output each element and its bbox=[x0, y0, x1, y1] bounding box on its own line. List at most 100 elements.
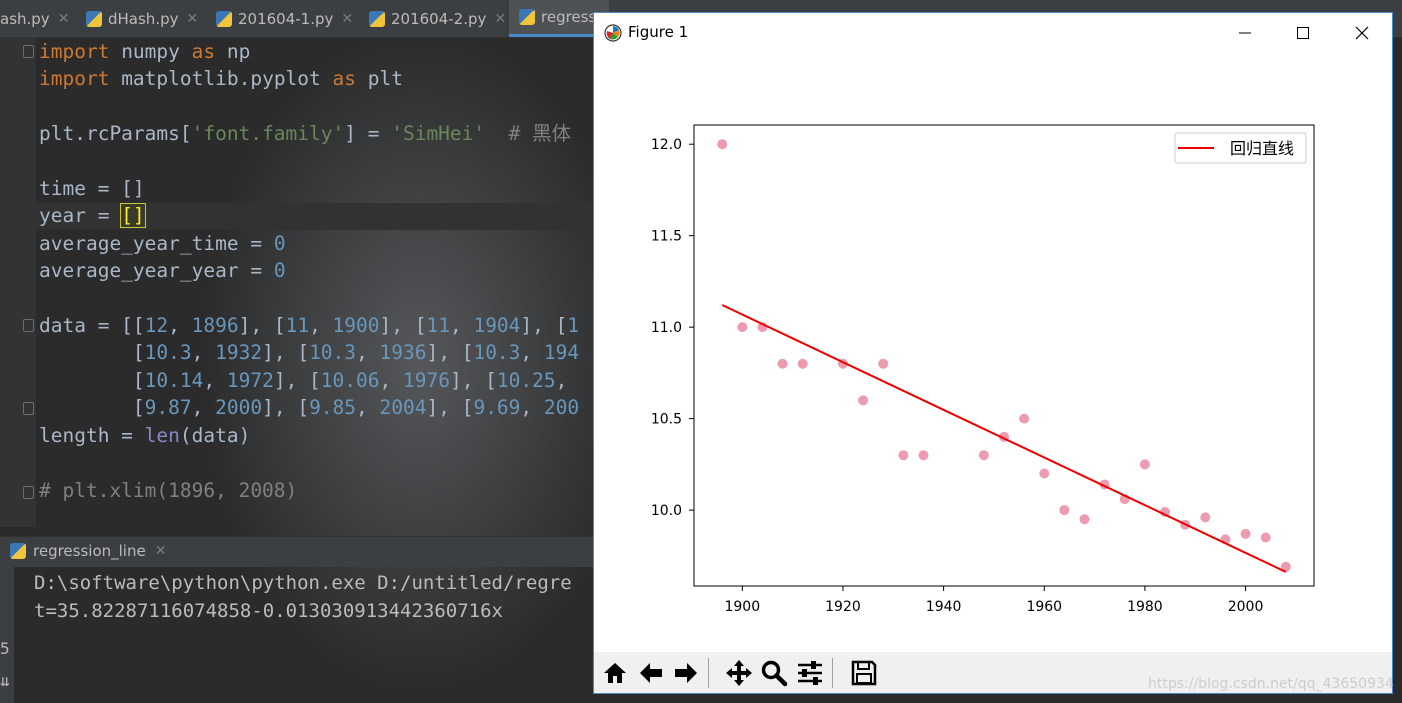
scatter-point bbox=[978, 450, 989, 461]
forward-button[interactable] bbox=[670, 657, 702, 689]
scatter-point bbox=[918, 450, 929, 461]
scatter-point bbox=[777, 358, 788, 369]
move-icon bbox=[726, 660, 752, 686]
x-tick-label: 1920 bbox=[825, 599, 861, 615]
plot-canvas[interactable]: 1900 1920 1940 1960 1980 2000 12.0 11.5 11.0 10.… bbox=[594, 53, 1392, 652]
fold-marker-icon[interactable] bbox=[23, 402, 34, 415]
editor-tab-hash[interactable]: ash.py ✕ bbox=[0, 0, 69, 37]
console-line: t=35.82287116074858-0.013030913442360716… bbox=[34, 599, 503, 622]
legend: 回归直线 bbox=[1174, 132, 1307, 164]
pan-button[interactable] bbox=[723, 657, 755, 689]
scatter-point bbox=[878, 358, 889, 369]
close-icon[interactable]: ✕ bbox=[341, 11, 353, 27]
code-line: data = [[12, 1896], [11, 1900], [11, 190… bbox=[39, 314, 580, 338]
x-tick-label: 1980 bbox=[1127, 599, 1163, 615]
code-line: [10.14, 1972], [10.06, 1976], [10.25, bbox=[39, 368, 568, 392]
code-line: average_year_year = 0 bbox=[39, 259, 286, 283]
maximize-icon bbox=[1297, 27, 1309, 39]
arrow-left-icon bbox=[640, 663, 662, 683]
back-button[interactable] bbox=[635, 657, 667, 689]
code-line: year = [] bbox=[39, 203, 146, 229]
save-figure-button[interactable] bbox=[848, 657, 880, 689]
fold-marker-icon[interactable] bbox=[23, 45, 34, 58]
toolbar-separator bbox=[708, 658, 709, 688]
scatter-point bbox=[737, 322, 748, 333]
scatter-point bbox=[858, 395, 869, 406]
y-tick-label: 10.5 bbox=[651, 412, 682, 428]
code-line: [10.3, 1932], [10.3, 1936], [10.3, 194 bbox=[39, 341, 580, 365]
code-editor[interactable]: import numpy as np import matplotlib.pyp… bbox=[39, 38, 579, 504]
run-tool-window-bar: regression_line ✕ bbox=[0, 536, 600, 567]
close-icon[interactable]: ✕ bbox=[186, 11, 198, 27]
scatter-point bbox=[898, 450, 909, 461]
configure-subplots-button[interactable] bbox=[794, 657, 826, 689]
close-icon bbox=[1355, 26, 1369, 40]
y-tick-label: 11.0 bbox=[651, 320, 682, 336]
home-icon bbox=[604, 663, 626, 683]
x-tick-label: 1960 bbox=[1026, 599, 1062, 615]
tab-label: regress bbox=[541, 8, 597, 26]
x-tick-label: 1900 bbox=[724, 599, 760, 615]
editor-tab-201604-1[interactable]: 201604-1.py ✕ bbox=[216, 0, 353, 37]
scatter-point bbox=[797, 358, 808, 369]
scroll-to-end-icon[interactable]: ⇊ bbox=[0, 671, 10, 690]
close-icon[interactable]: ✕ bbox=[494, 11, 506, 27]
magnifier-icon bbox=[761, 660, 788, 687]
code-line: [9.87, 2000], [9.85, 2004], [9.69, 200 bbox=[39, 396, 580, 420]
code-line: import numpy as np bbox=[39, 40, 251, 63]
editor-tab-201604-2[interactable]: 201604-2.py ✕ bbox=[369, 0, 506, 37]
arrow-right-icon bbox=[675, 663, 697, 683]
floppy-disk-icon bbox=[851, 660, 877, 686]
run-gutter: 5 ⇊ bbox=[0, 567, 14, 703]
scatter-point bbox=[1039, 468, 1050, 479]
tab-label: 201604-2.py bbox=[391, 9, 487, 28]
close-icon[interactable]: ✕ bbox=[155, 543, 167, 559]
run-gutter-mark: 5 bbox=[0, 639, 10, 658]
scatter-point bbox=[1240, 528, 1251, 539]
python-file-icon bbox=[519, 9, 535, 25]
zoom-button[interactable] bbox=[758, 657, 790, 689]
code-line: # plt.xlim(1896, 2008) bbox=[39, 478, 298, 502]
scatter-point bbox=[1200, 512, 1211, 523]
code-line: plt.rcParams['font.family'] = 'SimHei' #… bbox=[39, 122, 572, 146]
code-line: import matplotlib.pyplot as plt bbox=[39, 67, 403, 91]
tab-label: ash.py bbox=[0, 9, 50, 28]
close-button[interactable] bbox=[1333, 13, 1391, 53]
legend-label: 回归直线 bbox=[1230, 139, 1294, 158]
scatter-point bbox=[717, 139, 728, 150]
code-line: time = [] bbox=[39, 177, 145, 201]
editor-gutter bbox=[0, 37, 36, 527]
close-icon[interactable]: ✕ bbox=[58, 11, 70, 27]
fold-marker-icon[interactable] bbox=[23, 319, 34, 332]
python-file-icon bbox=[216, 10, 232, 27]
minimize-button[interactable] bbox=[1216, 13, 1274, 53]
python-run-icon bbox=[10, 543, 26, 559]
x-tick-label: 1940 bbox=[926, 599, 962, 615]
y-tick-label: 11.5 bbox=[651, 229, 682, 245]
run-tab-label: regression_line bbox=[33, 542, 146, 560]
matplotlib-logo-icon bbox=[604, 24, 622, 42]
scatter-point bbox=[1059, 505, 1070, 516]
tab-label: 201604-1.py bbox=[238, 9, 334, 28]
y-tick-label: 10.0 bbox=[651, 503, 682, 519]
sliders-icon bbox=[798, 661, 822, 685]
code-line: average_year_time = 0 bbox=[39, 231, 286, 255]
figure-title-bar[interactable]: Figure 1 bbox=[594, 13, 1392, 53]
maximize-button[interactable] bbox=[1274, 13, 1332, 53]
figure-title: Figure 1 bbox=[628, 23, 689, 41]
editor-tab-dhash[interactable]: dHash.py ✕ bbox=[86, 0, 198, 37]
watermark: https://blog.csdn.net/qq_43650934 bbox=[1148, 676, 1394, 692]
run-tab[interactable]: regression_line ✕ bbox=[10, 542, 166, 560]
y-axis: 12.0 11.5 11.0 10.5 10.0 bbox=[651, 137, 694, 519]
scatter-point bbox=[1139, 459, 1150, 470]
scatter-point bbox=[1079, 514, 1090, 525]
fold-marker-icon[interactable] bbox=[23, 486, 34, 499]
x-tick-label: 2000 bbox=[1228, 599, 1264, 615]
y-tick-label: 12.0 bbox=[651, 137, 682, 153]
code-line: length = len(data) bbox=[39, 423, 251, 447]
figure-window: Figure 1 1900 1920 1940 1960 1980 2000 12.0 11… bbox=[593, 12, 1393, 694]
home-button[interactable] bbox=[599, 657, 631, 689]
x-axis: 1900 1920 1940 1960 1980 2000 bbox=[724, 586, 1263, 615]
console-line: D:\software\python\python.exe D:/untitle… bbox=[34, 572, 572, 594]
scatter-point bbox=[1019, 413, 1030, 424]
